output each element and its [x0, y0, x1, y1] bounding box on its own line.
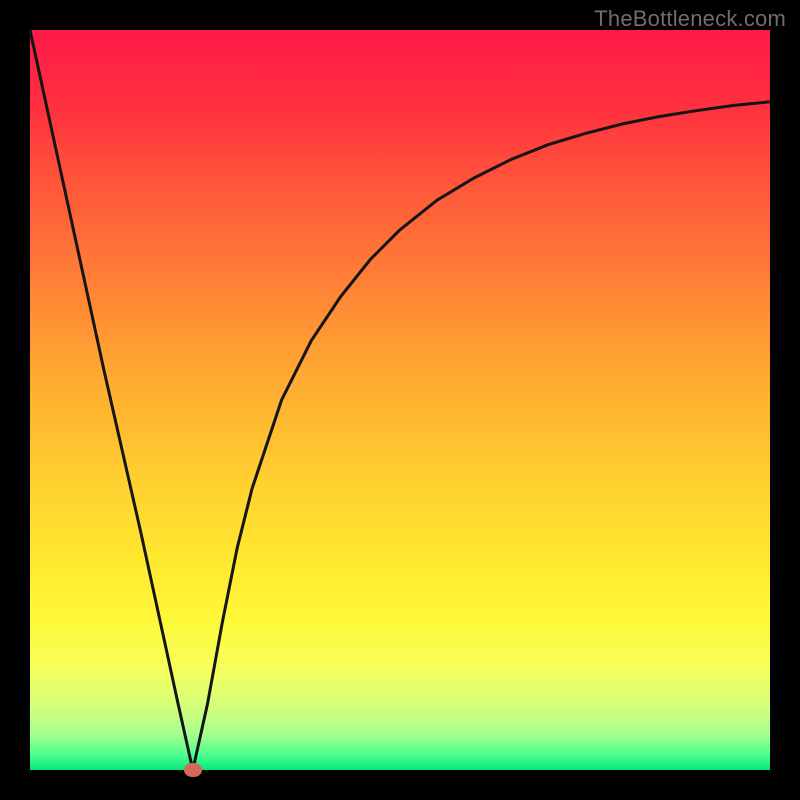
optimal-marker [184, 763, 202, 777]
bottleneck-curve [30, 30, 770, 770]
watermark-text: TheBottleneck.com [594, 6, 786, 32]
curve-path [30, 30, 770, 770]
chart-frame [30, 30, 770, 770]
